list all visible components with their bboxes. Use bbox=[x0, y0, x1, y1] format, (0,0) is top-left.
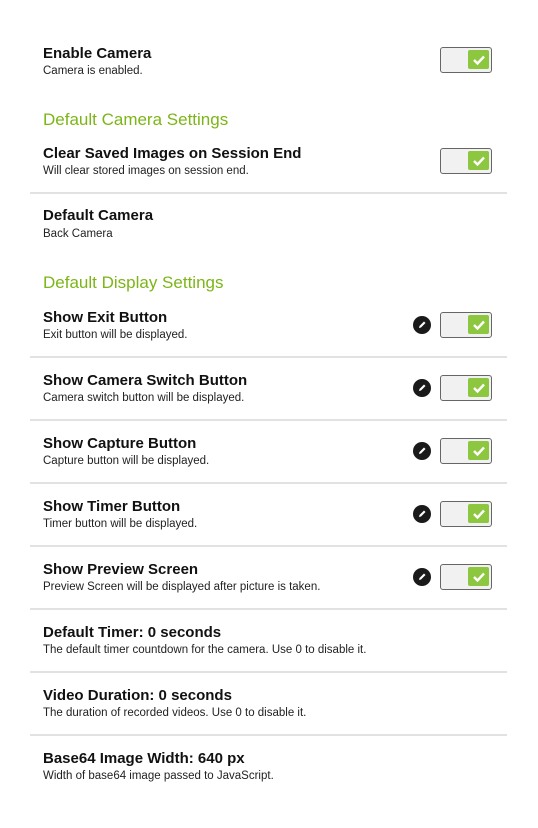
display-setting[interactable]: Show Timer Button Timer button will be d… bbox=[30, 493, 507, 547]
setting-subtitle: The default timer countdown for the came… bbox=[43, 644, 367, 656]
display-setting[interactable]: Show Capture Button Capture button will … bbox=[30, 430, 507, 484]
setting-title: Default Timer: 0 seconds bbox=[43, 624, 222, 641]
check-icon bbox=[468, 441, 489, 460]
check-icon bbox=[468, 378, 489, 397]
edit-icon[interactable] bbox=[413, 568, 431, 586]
display-toggle[interactable] bbox=[440, 312, 492, 338]
setting-title: Show Capture Button bbox=[43, 435, 197, 452]
setting-subtitle: Width of base64 image passed to JavaScri… bbox=[43, 770, 274, 782]
default-camera-setting[interactable]: Default Camera Back Camera bbox=[30, 203, 507, 253]
display-setting[interactable]: Show Camera Switch Button Camera switch … bbox=[30, 367, 507, 421]
setting-subtitle: Camera switch button will be displayed. bbox=[43, 392, 245, 404]
setting-subtitle: Exit button will be displayed. bbox=[43, 329, 188, 341]
display-toggle[interactable] bbox=[440, 375, 492, 401]
display-setting[interactable]: Show Exit Button Exit button will be dis… bbox=[30, 304, 507, 358]
setting-subtitle: The duration of recorded videos. Use 0 t… bbox=[43, 707, 307, 719]
section-header-display: Default Display Settings bbox=[43, 273, 224, 292]
section-header-camera: Default Camera Settings bbox=[43, 110, 229, 129]
edit-icon[interactable] bbox=[413, 379, 431, 397]
check-icon bbox=[468, 315, 489, 334]
value-setting[interactable]: Base64 Image Width: 640 px Width of base… bbox=[30, 745, 507, 797]
setting-title: Video Duration: 0 seconds bbox=[43, 687, 232, 704]
setting-title: Base64 Image Width: 640 px bbox=[43, 750, 245, 767]
check-icon bbox=[468, 50, 489, 69]
setting-subtitle: Timer button will be displayed. bbox=[43, 518, 198, 530]
setting-title: Default Camera bbox=[43, 207, 154, 224]
clear-saved-toggle[interactable] bbox=[440, 148, 492, 174]
setting-subtitle: Will clear stored images on session end. bbox=[43, 165, 249, 177]
enable-camera-setting[interactable]: Enable Camera Camera is enabled. bbox=[30, 40, 507, 85]
setting-title: Enable Camera bbox=[43, 45, 152, 62]
value-setting[interactable]: Default Timer: 0 seconds The default tim… bbox=[30, 619, 507, 673]
setting-title: Show Exit Button bbox=[43, 309, 168, 326]
check-icon bbox=[468, 151, 489, 170]
setting-subtitle: Preview Screen will be displayed after p… bbox=[43, 581, 321, 593]
enable-camera-toggle[interactable] bbox=[440, 47, 492, 73]
display-toggle[interactable] bbox=[440, 438, 492, 464]
setting-title: Clear Saved Images on Session End bbox=[43, 145, 302, 162]
display-setting[interactable]: Show Preview Screen Preview Screen will … bbox=[30, 556, 507, 610]
setting-title: Show Preview Screen bbox=[43, 561, 199, 578]
edit-icon[interactable] bbox=[413, 442, 431, 460]
edit-icon[interactable] bbox=[413, 316, 431, 334]
setting-subtitle: Back Camera bbox=[43, 228, 113, 240]
check-icon bbox=[468, 567, 489, 586]
setting-title: Show Camera Switch Button bbox=[43, 372, 248, 389]
edit-icon[interactable] bbox=[413, 505, 431, 523]
display-toggle[interactable] bbox=[440, 564, 492, 590]
check-icon bbox=[468, 504, 489, 523]
setting-subtitle: Capture button will be displayed. bbox=[43, 455, 210, 467]
value-setting[interactable]: Video Duration: 0 seconds The duration o… bbox=[30, 682, 507, 736]
setting-subtitle: Camera is enabled. bbox=[43, 65, 143, 77]
display-toggle[interactable] bbox=[440, 501, 492, 527]
setting-title: Show Timer Button bbox=[43, 498, 181, 515]
clear-saved-images-setting[interactable]: Clear Saved Images on Session End Will c… bbox=[30, 140, 507, 194]
